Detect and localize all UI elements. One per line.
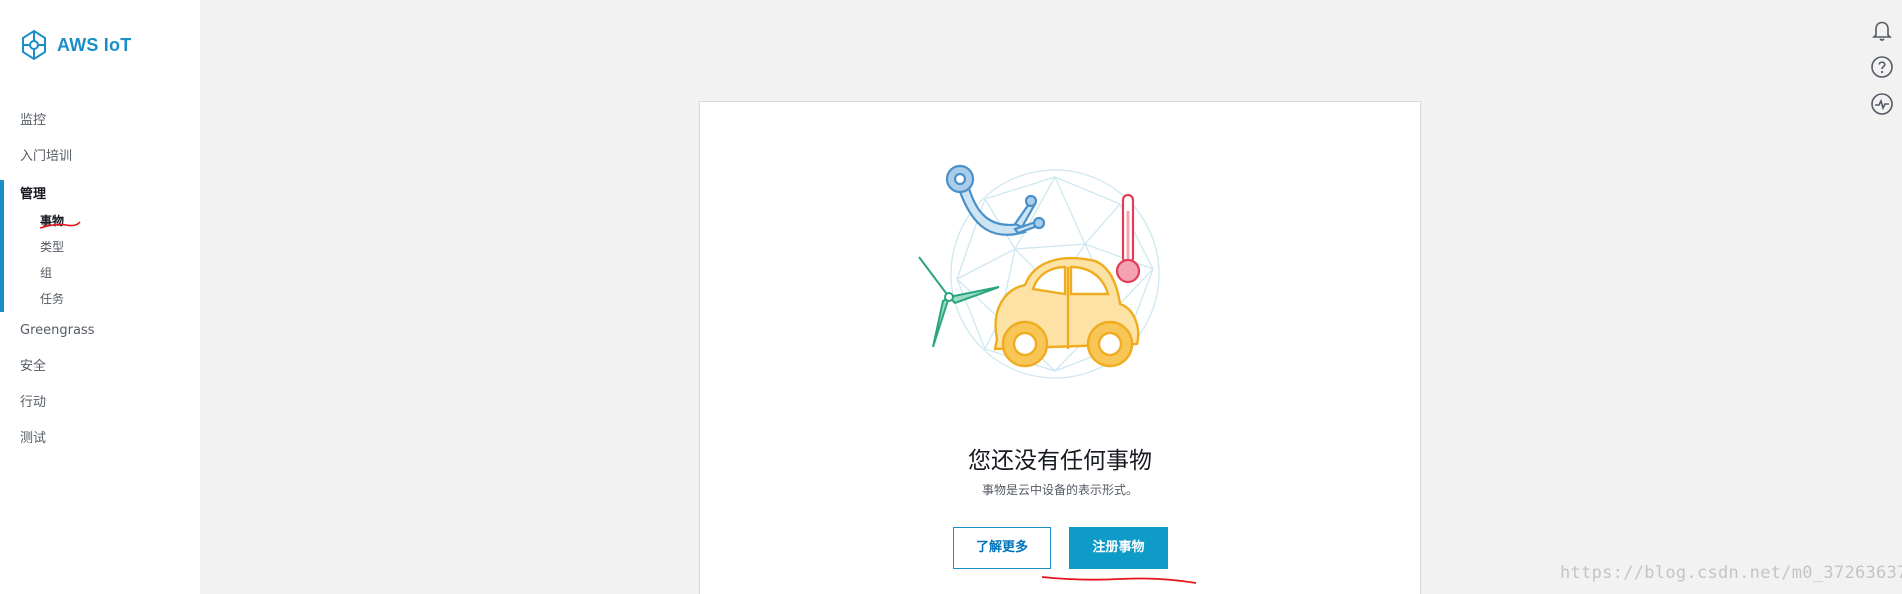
sidebar-nav: 监控 入门培训 管理 事物 类型 组 任务 Greengrass 安全 行动 测… (0, 108, 200, 462)
sidebar-subitem-groups[interactable]: 组 (0, 260, 200, 286)
watermark-text: https://blog.csdn.net/m0_37263637 (1560, 563, 1902, 583)
sidebar-subitem-jobs[interactable]: 任务 (0, 286, 200, 312)
aws-iot-logo-icon (22, 29, 46, 61)
bell-icon[interactable] (1870, 18, 1894, 42)
sidebar-item-act[interactable]: 行动 (0, 390, 200, 426)
wind-turbine-icon (918, 256, 1000, 348)
sidebar: AWS IoT 监控 入门培训 管理 事物 类型 组 任务 Greengrass… (0, 0, 200, 594)
learn-more-button[interactable]: 了解更多 (953, 527, 1051, 569)
robot-arm-icon (945, 164, 1046, 236)
sidebar-subitem-things[interactable]: 事物 (0, 208, 200, 234)
activity-icon[interactable] (1870, 92, 1894, 116)
sidebar-item-test[interactable]: 测试 (0, 426, 200, 462)
iot-illustration (918, 164, 1160, 379)
sidebar-item-onboard[interactable]: 入门培训 (0, 144, 200, 180)
brand-name: AWS IoT (57, 34, 132, 55)
help-icon[interactable] (1870, 55, 1894, 79)
sidebar-item-manage[interactable]: 管理 (0, 182, 200, 208)
sidebar-item-monitor[interactable]: 监控 (0, 108, 200, 144)
empty-state-subtitle: 事物是云中设备的表示形式。 (981, 483, 1138, 497)
aws-iot-logo[interactable]: AWS IoT (19, 29, 131, 61)
active-indicator (0, 180, 4, 312)
sidebar-subitem-types[interactable]: 类型 (0, 234, 200, 260)
empty-state-card: 您还没有任何事物 事物是云中设备的表示形式。 了解更多 注册事物 (699, 101, 1421, 594)
sidebar-item-greengrass[interactable]: Greengrass (0, 318, 200, 354)
empty-state-title: 您还没有任何事物 (968, 448, 1152, 474)
sidebar-item-security[interactable]: 安全 (0, 354, 200, 390)
header-icon-bar (1870, 18, 1898, 129)
sidebar-group-manage: 管理 事物 类型 组 任务 (0, 180, 200, 312)
register-thing-button[interactable]: 注册事物 (1069, 527, 1168, 569)
